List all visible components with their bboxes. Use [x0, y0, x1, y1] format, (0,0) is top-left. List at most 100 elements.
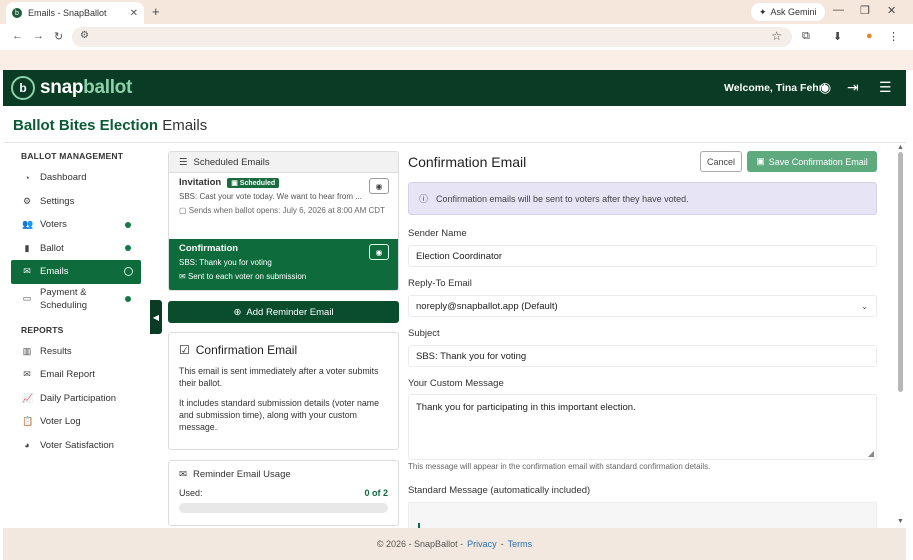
cancel-button[interactable]: Cancel: [700, 151, 742, 172]
invitation-title: Invitation: [179, 177, 222, 188]
ballot-icon: ▮: [24, 242, 30, 253]
dashboard-icon: ◔: [24, 172, 30, 183]
sidebar-item-label: Email Report: [40, 369, 95, 381]
sidebar-item-ballot[interactable]: ▮ Ballot: [11, 237, 141, 261]
preview-eye-icon[interactable]: ◉: [369, 178, 389, 194]
sidebar-item-results[interactable]: ▥ Results: [11, 340, 141, 364]
hamburger-menu-icon[interactable]: ☰: [879, 79, 892, 96]
preview-eye-icon[interactable]: ◉: [369, 244, 389, 260]
minimize-icon[interactable]: —: [833, 4, 844, 16]
reminder-usage-card: ✉ Reminder Email Usage Used: 0 of 2: [168, 460, 399, 526]
footer-copyright: © 2026 - SnapBallot -: [376, 539, 464, 549]
sidebar-item-daily-participation[interactable]: 📈 Daily Participation: [11, 387, 141, 411]
forward-icon[interactable]: →: [33, 30, 44, 42]
invitation-email-item[interactable]: Invitation ▣ Scheduled SBS: Cast your vo…: [169, 173, 398, 239]
status-pending-ring: [124, 267, 133, 277]
calendar-icon: ▣: [231, 179, 240, 187]
envelope-icon: ✉: [179, 272, 188, 281]
sidebar-item-label: Voter Log: [40, 416, 81, 428]
sender-name-field[interactable]: Election Coordinator: [408, 245, 877, 267]
site-info-icon[interactable]: ⚙: [80, 30, 89, 41]
sidebar-item-voter-log[interactable]: 📋 Voter Log: [11, 410, 141, 434]
subject-label: Subject: [408, 328, 440, 339]
tab-close-icon[interactable]: ✕: [130, 8, 138, 19]
usage-progress-bar: [179, 503, 388, 513]
terms-link[interactable]: Terms: [508, 539, 533, 549]
save-label: Save Confirmation Email: [768, 156, 868, 167]
profile-icon[interactable]: ●: [866, 30, 873, 42]
menu-dots-icon[interactable]: ⋮: [888, 30, 899, 43]
form-title: Confirmation Email: [408, 154, 527, 170]
sidebar-item-label: Settings: [40, 195, 75, 207]
scheduled-emails-panel: ☰ Scheduled Emails Invitation ▣ Schedule…: [168, 151, 399, 291]
browser-tabstrip: b Emails - SnapBallot ✕ + ✦ Ask Gemini —…: [0, 0, 913, 24]
ask-gemini-button[interactable]: ✦ Ask Gemini: [751, 3, 825, 21]
page-scrollbar[interactable]: ▲ ▼: [896, 144, 906, 528]
sidebar-item-label-line1: Payment &: [40, 286, 87, 298]
logo-text-snap: snap: [40, 77, 84, 98]
save-confirmation-email-button[interactable]: ▣ Save Confirmation Email: [747, 151, 877, 172]
gemini-sparkle-icon: ✦: [759, 6, 767, 17]
scroll-up-icon[interactable]: ▲: [897, 144, 904, 151]
reload-icon[interactable]: ↻: [54, 30, 63, 43]
resize-grip-icon[interactable]: ◢: [868, 449, 874, 458]
logo-text: snapballot: [40, 77, 132, 99]
sidebar-item-label: Voter Satisfaction: [40, 439, 114, 451]
add-reminder-label: Add Reminder Email: [246, 306, 334, 318]
maximize-icon[interactable]: ❐: [860, 4, 870, 17]
sidebar-item-settings[interactable]: ⚙ Settings: [11, 190, 141, 214]
reply-to-value: noreply@snapballot.app (Default): [416, 300, 558, 312]
sidebar-item-dashboard[interactable]: ◔ Dashboard: [11, 166, 141, 190]
envelope-icon: ✉: [23, 266, 31, 277]
sidebar-item-email-report[interactable]: ✉ Email Report: [11, 363, 141, 387]
tab-title: Emails - SnapBallot: [28, 8, 107, 18]
sidebar-item-label: Payment & Scheduling: [40, 286, 87, 312]
logout-icon[interactable]: ⇥: [847, 79, 859, 96]
custom-message-textarea[interactable]: Thank you for participating in this impo…: [408, 394, 877, 460]
reply-to-select[interactable]: noreply@snapballot.app (Default) ⌄: [408, 295, 877, 317]
calendar-icon: ▢: [179, 206, 189, 215]
address-bar[interactable]: ⚙ ☆: [72, 27, 792, 47]
sidebar-item-voters[interactable]: 👥 Voters: [11, 213, 141, 237]
window-close-icon[interactable]: ✕: [887, 4, 896, 17]
sidebar-item-label: Emails: [40, 266, 69, 278]
confirmation-meta-text: Sent to each voter on submission: [187, 272, 307, 281]
usage-used-label: Used:: [179, 488, 203, 498]
line-chart-icon: 📈: [22, 392, 34, 403]
status-complete-dot: [125, 295, 131, 302]
sidebar-item-payment-scheduling[interactable]: ▭ Payment & Scheduling: [11, 284, 141, 314]
back-icon[interactable]: ←: [12, 30, 23, 42]
email-report-icon: ✉: [23, 369, 31, 380]
sidebar-item-label: Dashboard: [40, 172, 87, 184]
browser-tab[interactable]: b Emails - SnapBallot ✕: [6, 2, 144, 24]
page-footer: © 2026 - SnapBallot - Privacy - Terms: [3, 528, 906, 560]
sidebar-item-label: Voters: [40, 219, 67, 231]
pie-chart-icon: ◕: [24, 440, 30, 451]
envelope-icon: ✉: [179, 469, 187, 480]
privacy-link[interactable]: Privacy: [467, 539, 497, 549]
browser-toolbar: ← → ↻ ⚙ ☆ ⧉ ⬇ ● ⋮: [0, 24, 913, 50]
new-tab-button[interactable]: +: [152, 4, 160, 19]
scroll-down-icon[interactable]: ▼: [897, 518, 904, 525]
list-icon: ☰: [179, 156, 188, 168]
status-complete-dot: [125, 245, 131, 252]
app-header: b snapballot Welcome, Tina Fehr! ◉ ⇥ ☰: [3, 70, 906, 106]
usage-title: Reminder Email Usage: [192, 469, 291, 480]
reply-to-label: Reply-To Email: [408, 278, 472, 289]
custom-message-value: Thank you for participating in this impo…: [416, 402, 636, 413]
subject-field[interactable]: SBS: Thank you for voting: [408, 345, 877, 367]
ask-gemini-label: Ask Gemini: [770, 7, 817, 17]
extensions-icon[interactable]: ⧉: [802, 30, 810, 43]
election-name: Ballot Bites Election: [13, 117, 159, 134]
sidebar-item-voter-satisfaction[interactable]: ◕ Voter Satisfaction: [11, 434, 141, 458]
add-reminder-email-button[interactable]: ⊕ Add Reminder Email: [168, 301, 399, 323]
user-profile-icon[interactable]: ◉: [819, 79, 831, 96]
info-title: Confirmation Email: [195, 343, 298, 357]
scrollbar-thumb[interactable]: [898, 152, 903, 392]
sidebar-item-emails[interactable]: ✉ Emails: [11, 260, 141, 284]
sidebar-collapse-button[interactable]: ◀: [150, 300, 162, 334]
snapballot-logo[interactable]: b snapballot: [11, 76, 132, 100]
confirmation-email-item[interactable]: Confirmation SBS: Thank you for voting ✉…: [169, 239, 398, 290]
bookmark-star-icon[interactable]: ☆: [771, 29, 782, 43]
downloads-icon[interactable]: ⬇: [833, 30, 842, 43]
